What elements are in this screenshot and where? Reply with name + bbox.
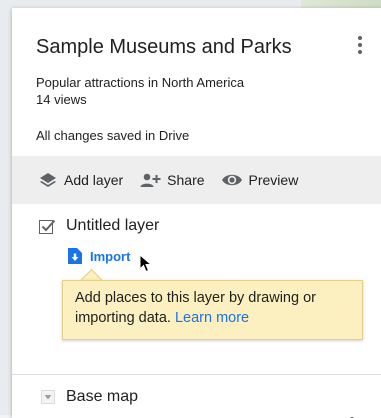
save-status: All changes saved in Drive: [36, 128, 190, 143]
layer-visibility-checkbox[interactable]: [39, 219, 56, 234]
base-map-label: Base map: [66, 387, 139, 405]
add-layer-label: Add layer: [64, 172, 124, 188]
add-person-icon: [139, 172, 161, 188]
import-label: Import: [90, 248, 131, 264]
checkmark-icon: [41, 219, 56, 232]
import-link[interactable]: Import: [68, 248, 130, 264]
layers-icon: [38, 172, 58, 188]
map-header: Sample Museums and Parks Popular attract…: [12, 8, 381, 156]
map-toolbar: Add layer Share Preview: [12, 156, 381, 204]
map-views: 14 views: [36, 92, 87, 107]
learn-more-link[interactable]: Learn more: [175, 310, 249, 326]
layers-panel: Sample Museums and Parks Popular attract…: [12, 8, 381, 418]
import-icon: [68, 248, 82, 264]
map-options-icon[interactable]: [348, 33, 372, 57]
import-tooltip: Add places to this layer by drawing or i…: [62, 280, 363, 340]
mouse-cursor-icon: [139, 253, 153, 279]
eye-icon: [221, 172, 243, 188]
base-map-row[interactable]: Base map: [12, 375, 381, 418]
preview-label: Preview: [248, 172, 299, 188]
add-layer-button[interactable]: Add layer: [38, 172, 123, 188]
share-button[interactable]: Share: [139, 172, 205, 188]
preview-button[interactable]: Preview: [221, 172, 299, 188]
layer-section: Untitled layer Import Add places to this…: [12, 204, 381, 418]
layer-name[interactable]: Untitled layer: [66, 217, 159, 235]
share-label: Share: [167, 172, 205, 188]
map-corner: [301, 0, 381, 8]
triangle-down-icon[interactable]: [40, 389, 56, 405]
map-description[interactable]: Popular attractions in North America: [36, 75, 244, 90]
map-title[interactable]: Sample Museums and Parks: [36, 36, 292, 59]
